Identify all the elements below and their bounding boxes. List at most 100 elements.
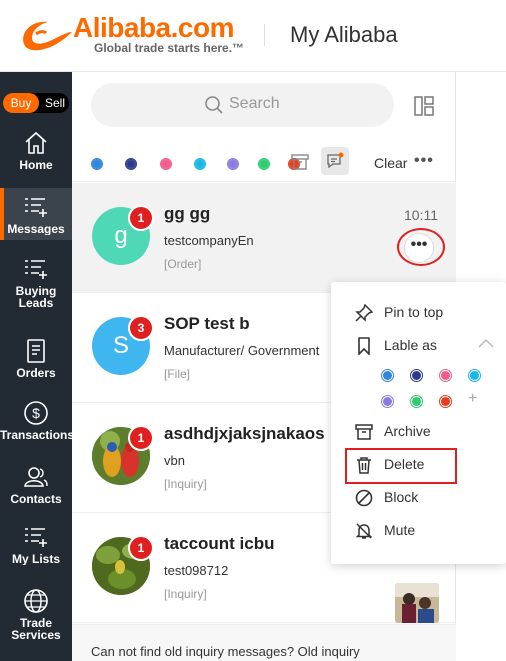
- nav-item-transactions[interactable]: $ Transactions: [0, 400, 72, 450]
- filter-dot-fill: [93, 160, 101, 168]
- nav-label: Messages: [7, 223, 65, 235]
- clear-filter-button[interactable]: Clear: [374, 155, 407, 171]
- alibaba-smile-icon: [23, 21, 72, 51]
- filter-dot-fill: [127, 160, 135, 168]
- nav-item-buying-leads[interactable]: Buying Leads: [0, 256, 72, 316]
- label-color-fill: [383, 397, 392, 406]
- nav-item-my-lists[interactable]: My Lists: [0, 524, 72, 574]
- menu-item-pin-to-top[interactable]: Pin to top: [331, 298, 506, 328]
- nav-item-contacts[interactable]: Contacts: [0, 464, 72, 514]
- contact-name: asdhdjxjaksjnakaos: [164, 424, 325, 443]
- label-color-pink[interactable]: [439, 369, 452, 382]
- add-label-button[interactable]: +: [468, 390, 477, 408]
- contact-name: gg gg: [164, 204, 211, 223]
- search-placeholder: Search: [229, 95, 280, 112]
- label-color-fill: [470, 371, 479, 380]
- message-type-tag: [Order]: [164, 257, 202, 271]
- nav-label: Buying Leads: [15, 285, 57, 309]
- page-title: My Alibaba: [290, 22, 398, 47]
- nav-label: Transactions: [0, 429, 72, 441]
- label-color-red[interactable]: [439, 395, 452, 408]
- delete-highlight-box: [345, 448, 457, 484]
- block-icon: [355, 489, 373, 507]
- label-color-fill: [441, 371, 450, 380]
- nav-label: Contacts: [10, 493, 62, 505]
- message-thumbnail[interactable]: [395, 583, 439, 623]
- filter-dot-fill: [229, 160, 237, 168]
- message-type-tag: [File]: [164, 367, 191, 381]
- top-header: Alibaba.com Global trade starts here.™ M…: [0, 0, 506, 72]
- buying-leads-icon: [25, 260, 47, 279]
- conversation-item[interactable]: g 1 gg gg testcompanyEn [Order] 10:11 ••…: [72, 183, 456, 293]
- label-color-navy[interactable]: [410, 369, 423, 382]
- filter-dot-purple[interactable]: [227, 158, 239, 170]
- globe-icon: [24, 589, 48, 613]
- filter-dot-fill: [162, 160, 170, 168]
- unread-badge: 1: [128, 535, 154, 561]
- filter-dot-fill: [196, 160, 204, 168]
- svg-text:$: $: [32, 405, 40, 421]
- message-time: 10:11: [404, 207, 438, 223]
- filter-dot-navy[interactable]: [125, 158, 137, 170]
- nav-label: Trade Services: [11, 617, 61, 641]
- filter-dot-pink[interactable]: [160, 158, 172, 170]
- highlight-circle: [397, 228, 445, 266]
- label-color-green[interactable]: [410, 395, 423, 408]
- logo-tagline: Global trade starts here.™: [94, 41, 245, 55]
- lists-icon: [25, 528, 47, 547]
- archive-filter-icon[interactable]: [291, 153, 309, 171]
- filter-dot-cyan[interactable]: [194, 158, 206, 170]
- photo-thumbnail-icon: [395, 583, 439, 623]
- label-color-fill: [412, 397, 421, 406]
- chevron-up-icon[interactable]: [478, 338, 494, 348]
- header-divider: [264, 24, 265, 46]
- conversation-context-menu: Pin to top Lable as + Archive Delete Blo…: [331, 282, 506, 564]
- label-color-fill: [412, 371, 421, 380]
- left-navigation: Buy Sell Home Messages Buying Leads Orde…: [0, 72, 72, 661]
- alibaba-logo[interactable]: Alibaba.com Global trade starts here.™: [18, 12, 250, 60]
- filter-dot-blue[interactable]: [91, 158, 103, 170]
- pin-icon: [355, 304, 373, 322]
- chat-bubble-icon: [327, 152, 344, 169]
- company-name: Manufacturer/ Government: [164, 343, 320, 358]
- sell-toggle[interactable]: Sell: [41, 93, 69, 113]
- menu-item-archive[interactable]: Archive: [331, 417, 506, 447]
- buy-sell-toggle[interactable]: Buy Sell: [3, 93, 69, 113]
- label-color-blue[interactable]: [381, 369, 394, 382]
- label-color-purple[interactable]: [381, 395, 394, 408]
- company-name: vbn: [164, 453, 185, 468]
- orders-icon: [27, 339, 45, 363]
- menu-item-mute[interactable]: Mute: [331, 516, 506, 546]
- label-color-fill: [383, 371, 392, 380]
- filter-more-button[interactable]: •••: [414, 152, 434, 170]
- nav-label: Orders: [16, 367, 56, 379]
- buy-toggle[interactable]: Buy: [3, 93, 39, 113]
- search-icon: [205, 96, 223, 114]
- filter-dot-fill: [260, 160, 268, 168]
- contact-name: SOP test b: [164, 314, 250, 333]
- nav-item-home[interactable]: Home: [0, 130, 72, 180]
- nav-item-messages[interactable]: Messages: [0, 188, 72, 240]
- unread-badge: 1: [128, 425, 154, 451]
- message-type-tag: [Inquiry]: [164, 587, 207, 601]
- menu-item-block[interactable]: Block: [331, 483, 506, 513]
- filter-dot-green[interactable]: [258, 158, 270, 170]
- message-type-tag: [Inquiry]: [164, 477, 207, 491]
- label-filter-bar: Clear •••: [72, 144, 456, 182]
- nav-label: Home: [19, 159, 53, 171]
- unread-filter-button[interactable]: [321, 147, 349, 175]
- contacts-icon: [24, 467, 48, 487]
- menu-label: Pin to top: [384, 304, 444, 320]
- logo-wordmark: Alibaba.com: [73, 12, 234, 43]
- label-color-cyan[interactable]: [468, 369, 481, 382]
- search-input[interactable]: Search: [91, 83, 394, 127]
- nav-item-trade-services[interactable]: Trade Services: [0, 588, 72, 648]
- layout-toggle-icon[interactable]: [414, 96, 434, 116]
- unread-badge: 3: [128, 315, 154, 341]
- bookmark-icon: [358, 337, 370, 355]
- nav-item-orders[interactable]: Orders: [0, 338, 72, 388]
- menu-label: Mute: [384, 522, 416, 538]
- company-name: test098712: [164, 563, 229, 578]
- old-inquiry-note[interactable]: Can not find old inquiry messages? Old i…: [91, 644, 360, 659]
- label-color-fill: [441, 397, 450, 406]
